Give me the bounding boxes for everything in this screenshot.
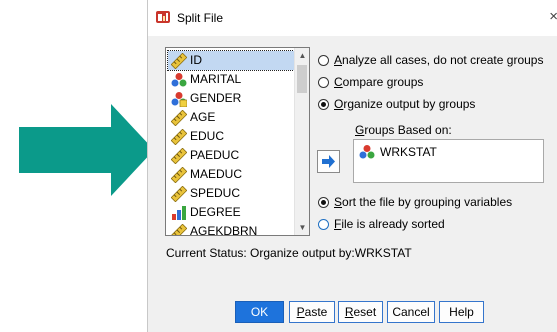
scroll-thumb[interactable] [297, 65, 307, 93]
cancel-button[interactable]: Cancel [387, 301, 435, 323]
dialog-title: Split File [177, 11, 224, 25]
spss-app-icon [156, 11, 170, 23]
radio-sort-file-circle[interactable] [318, 197, 329, 208]
radio-compare-groups-circle[interactable] [318, 77, 329, 88]
variable-name: AGEKDBRN [190, 224, 258, 236]
list-item-educ[interactable]: EDUC [168, 127, 294, 146]
nominal-icon [171, 92, 187, 107]
list-item-agekdbrn[interactable]: AGEKDBRN [168, 222, 294, 236]
list-item-degree[interactable]: DEGREE [168, 203, 294, 222]
current-status-text: Current Status: Organize output by:WRKST… [166, 246, 412, 260]
move-variable-button[interactable] [317, 150, 340, 173]
radio-analyze-all-circle[interactable] [318, 55, 329, 66]
annotation-arrow-icon [19, 104, 154, 196]
list-item-age[interactable]: AGE [168, 108, 294, 127]
scroll-down-icon[interactable]: ▼ [295, 220, 309, 235]
radio-organize-output-circle[interactable] [318, 99, 329, 110]
list-item-gender[interactable]: GENDER [168, 89, 294, 108]
variable-name: GENDER [190, 91, 242, 105]
scale-ruler-icon [171, 224, 187, 235]
list-item-speduc[interactable]: SPEDUC [168, 184, 294, 203]
variable-list[interactable]: ID MARITAL GENDER AGE EDUC PAEDUC MAEDUC [165, 47, 310, 236]
variable-name: ID [190, 53, 202, 67]
help-button[interactable]: Help [439, 301, 484, 323]
scale-ruler-icon [171, 167, 187, 183]
group-variable-name: WRKSTAT [380, 145, 437, 159]
scale-ruler-icon [171, 186, 187, 202]
list-item-paeduc[interactable]: PAEDUC [168, 146, 294, 165]
list-item-marital[interactable]: MARITAL [168, 70, 294, 89]
split-file-dialog: Split File × ID MARITAL GENDER AGE EDUC … [147, 0, 557, 332]
nominal-icon [171, 73, 187, 87]
variable-name: MARITAL [190, 72, 242, 86]
variable-name: AGE [190, 110, 216, 124]
list-item-maeduc[interactable]: MAEDUC [168, 165, 294, 184]
group-item-wrkstat[interactable]: WRKSTAT [359, 144, 437, 160]
paste-button[interactable]: Paste [289, 301, 335, 323]
title-bar: Split File × [148, 0, 557, 36]
scale-ruler-icon [171, 53, 187, 69]
close-icon[interactable]: × [536, 6, 557, 28]
variable-list-scrollbar[interactable]: ▲ ▼ [294, 48, 309, 235]
variable-name: SPEDUC [190, 186, 241, 200]
scale-ruler-icon [171, 110, 187, 126]
ok-button[interactable]: OK [235, 301, 284, 323]
radio-already-sorted-circle[interactable] [318, 219, 329, 230]
variable-name: EDUC [190, 129, 225, 143]
groups-based-on-list[interactable]: WRKSTAT [353, 139, 544, 183]
variable-name: PAEDUC [190, 148, 240, 162]
arrow-right-icon [322, 155, 335, 168]
groups-based-on-label: Groups Based on: [355, 123, 452, 137]
scale-ruler-icon [171, 148, 187, 164]
scale-ruler-icon [171, 129, 187, 145]
variable-name: DEGREE [190, 205, 241, 219]
list-item-id[interactable]: ID [167, 50, 295, 71]
reset-button[interactable]: Reset [338, 301, 383, 323]
variable-name: MAEDUC [190, 167, 243, 181]
nominal-icon [359, 145, 375, 159]
scroll-up-icon[interactable]: ▲ [295, 48, 309, 63]
ordinal-icon [172, 206, 186, 220]
